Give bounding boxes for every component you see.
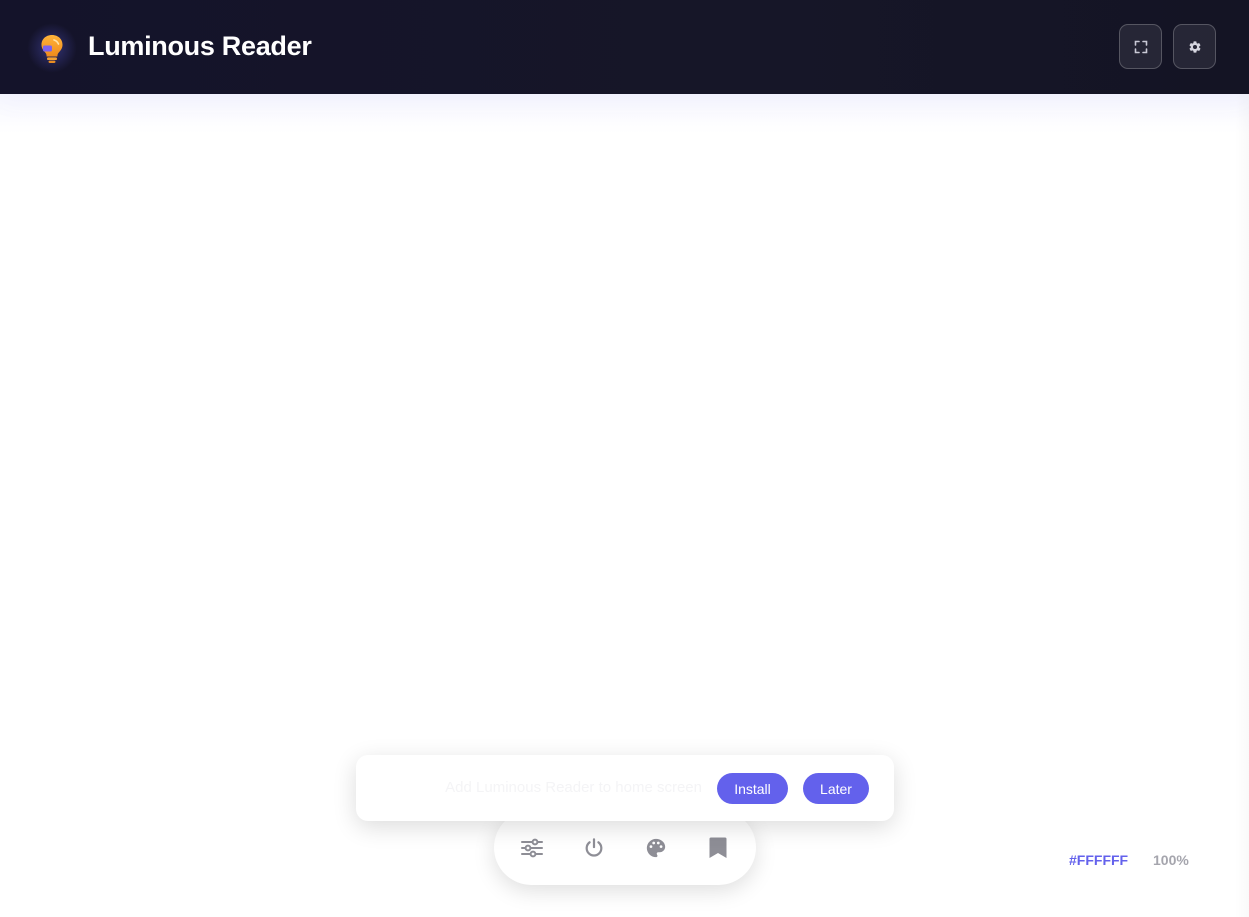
app-header: Luminous Reader [0, 0, 1249, 94]
power-icon [585, 838, 603, 857]
palette-icon [646, 838, 666, 858]
controls-button[interactable] [519, 835, 545, 861]
header-shadow [0, 94, 1249, 134]
gear-icon [1189, 40, 1200, 53]
install-message: Add Luminous Reader to home screen [445, 779, 702, 796]
sliders-icon [521, 838, 543, 858]
later-button[interactable]: Later [803, 773, 869, 804]
bottom-toolbar [494, 810, 756, 885]
edge-shadow [1235, 94, 1249, 917]
power-button[interactable] [581, 835, 607, 861]
lightbulb-icon [27, 23, 77, 73]
settings-button[interactable] [1173, 24, 1216, 69]
app-title: Luminous Reader [88, 31, 312, 61]
install-banner: Add Luminous Reader to home screen Insta… [356, 755, 894, 821]
bookmark-button[interactable] [705, 835, 731, 861]
zoom-readout: 100% [1153, 852, 1189, 868]
fullscreen-icon [1134, 40, 1147, 53]
reader-page: Luminous Reader Add Luminous Reader to h… [0, 0, 1249, 917]
fullscreen-button[interactable] [1119, 24, 1162, 69]
color-readout: #FFFFFF [1069, 852, 1129, 868]
install-button[interactable]: Install [717, 773, 788, 804]
bookmark-icon [709, 837, 727, 858]
theme-button[interactable] [643, 835, 669, 861]
